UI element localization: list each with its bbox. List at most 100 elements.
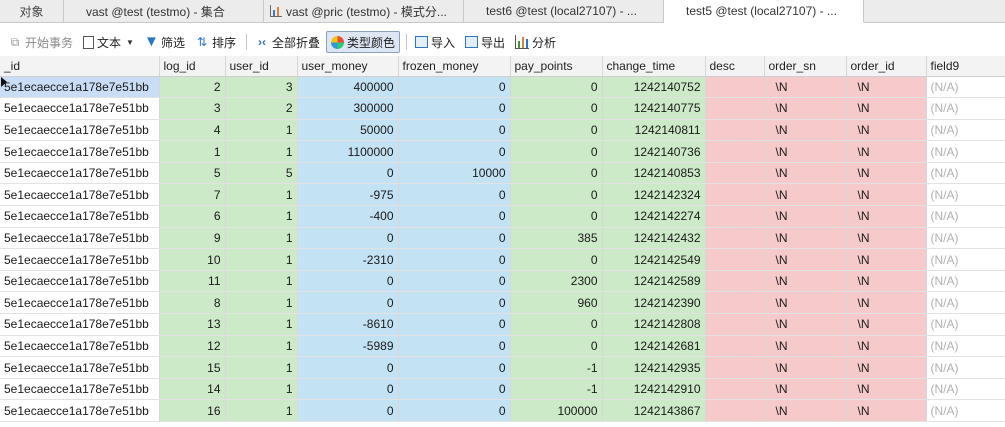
- column-header-user-money[interactable]: user_money: [297, 56, 399, 77]
- cell-order-sn[interactable]: \N: [764, 119, 847, 142]
- cell--id[interactable]: 5e1ecaecce1a178e7e51bb: [0, 335, 160, 358]
- collapse-all-button[interactable]: ›‹ 全部折叠: [251, 31, 324, 53]
- cell-desc[interactable]: [705, 270, 765, 293]
- cell-field9[interactable]: (N/A): [926, 183, 1005, 207]
- cell-frozen-money[interactable]: 0: [398, 119, 511, 142]
- cell--id[interactable]: 5e1ecaecce1a178e7e51bb: [0, 205, 160, 228]
- cell-order-sn[interactable]: \N: [764, 291, 847, 315]
- cell-user-money[interactable]: 400000: [297, 76, 399, 99]
- cell-order-sn[interactable]: \N: [764, 205, 847, 228]
- cell-field9[interactable]: (N/A): [926, 248, 1005, 271]
- filter-button[interactable]: ▼ 筛选: [140, 31, 189, 53]
- table-row[interactable]: 5e1ecaecce1a178e7e51bb 3 2 300000 0 0 12421407…: [0, 97, 1005, 120]
- cell-order-sn[interactable]: \N: [764, 162, 847, 185]
- cell-order-sn[interactable]: \N: [764, 378, 847, 401]
- cell-user-money[interactable]: 0: [297, 378, 399, 401]
- cell-user-id[interactable]: 1: [225, 227, 298, 250]
- sort-button[interactable]: ⇅ 排序: [191, 31, 240, 53]
- cell-desc[interactable]: [705, 162, 765, 185]
- column-header-order-sn[interactable]: order_sn: [764, 56, 847, 77]
- cell--id[interactable]: 5e1ecaecce1a178e7e51bb: [0, 270, 160, 293]
- column-header-change-time[interactable]: change_time: [602, 56, 706, 77]
- table-row[interactable]: 5e1ecaecce1a178e7e51bb 9 1 0 0 385 1242142432 \…: [0, 227, 1005, 250]
- cell-desc[interactable]: [705, 399, 765, 422]
- cell-desc[interactable]: [705, 183, 765, 207]
- cell--id[interactable]: 5e1ecaecce1a178e7e51bb: [0, 119, 160, 142]
- cell--id[interactable]: 5e1ecaecce1a178e7e51bb: [0, 97, 160, 120]
- table-row[interactable]: 5e1ecaecce1a178e7e51bb 15 1 0 0 -1 1242142935 \…: [0, 356, 1005, 379]
- cell-user-money[interactable]: -975: [297, 183, 399, 207]
- cell-desc[interactable]: [705, 140, 765, 163]
- cell-frozen-money[interactable]: 0: [398, 183, 511, 207]
- cell-log-id[interactable]: 9: [159, 227, 226, 250]
- cell-log-id[interactable]: 2: [159, 76, 226, 99]
- cell-pay-points[interactable]: 0: [510, 205, 603, 228]
- tab-vast-schema-analysis[interactable]: vast @pric (testmo) - 模式分...: [264, 0, 464, 22]
- table-row[interactable]: 5e1ecaecce1a178e7e51bb 11 1 0 0 2300 124214258…: [0, 270, 1005, 293]
- cell--id[interactable]: 5e1ecaecce1a178e7e51bb: [0, 291, 160, 315]
- cell-field9[interactable]: (N/A): [926, 291, 1005, 315]
- cell-desc[interactable]: [705, 248, 765, 271]
- cell-order-sn[interactable]: \N: [764, 76, 847, 99]
- cell-user-money[interactable]: 0: [297, 162, 399, 185]
- cell-user-id[interactable]: 1: [225, 291, 298, 315]
- column-header-user-id[interactable]: user_id: [225, 56, 298, 77]
- cell--id[interactable]: 5e1ecaecce1a178e7e51bb: [0, 313, 160, 336]
- type-color-toggle[interactable]: 类型颜色: [326, 31, 401, 53]
- cell-order-sn[interactable]: \N: [764, 248, 847, 271]
- cell--id[interactable]: 5e1ecaecce1a178e7e51bb: [0, 248, 160, 271]
- cell-order-sn[interactable]: \N: [764, 227, 847, 250]
- cell-log-id[interactable]: 5: [159, 162, 226, 185]
- table-row[interactable]: 5e1ecaecce1a178e7e51bb 14 1 0 0 -1 1242142910 \…: [0, 378, 1005, 401]
- cell-user-id[interactable]: 1: [225, 399, 298, 422]
- cell-desc[interactable]: [705, 313, 765, 336]
- column-header-frozen-money[interactable]: frozen_money: [398, 56, 511, 77]
- cell--id[interactable]: 5e1ecaecce1a178e7e51bb: [0, 227, 160, 250]
- cell-order-id[interactable]: \N: [846, 183, 927, 207]
- table-row[interactable]: 5e1ecaecce1a178e7e51bb 8 1 0 0 960 1242142390 \…: [0, 291, 1005, 315]
- cell-user-id[interactable]: 1: [225, 378, 298, 401]
- cell-log-id[interactable]: 8: [159, 291, 226, 315]
- column-header-desc[interactable]: desc: [705, 56, 765, 77]
- cell-order-sn[interactable]: \N: [764, 97, 847, 120]
- cell-change-time[interactable]: 1242142324: [602, 183, 706, 207]
- begin-transaction-button[interactable]: ⧉ 开始事务: [4, 31, 77, 53]
- cell-order-id[interactable]: \N: [846, 356, 927, 379]
- text-view-button[interactable]: 文本 ▼: [79, 31, 138, 53]
- column-header-log-id[interactable]: log_id: [159, 56, 226, 77]
- cell-field9[interactable]: (N/A): [926, 205, 1005, 228]
- cell-log-id[interactable]: 1: [159, 140, 226, 163]
- cell-pay-points[interactable]: 2300: [510, 270, 603, 293]
- table-row[interactable]: 5e1ecaecce1a178e7e51bb 6 1 -400 0 0 1242142274…: [0, 205, 1005, 228]
- cell-pay-points[interactable]: 0: [510, 313, 603, 336]
- cell-user-id[interactable]: 5: [225, 162, 298, 185]
- cell-change-time[interactable]: 1242142935: [602, 356, 706, 379]
- cell-change-time[interactable]: 1242142681: [602, 335, 706, 358]
- cell--id[interactable]: 5e1ecaecce1a178e7e51bb: [0, 162, 160, 185]
- cell-log-id[interactable]: 13: [159, 313, 226, 336]
- cell-user-id[interactable]: 2: [225, 97, 298, 120]
- column-header--id[interactable]: _id: [0, 56, 160, 77]
- cell-order-id[interactable]: \N: [846, 270, 927, 293]
- cell-frozen-money[interactable]: 0: [398, 378, 511, 401]
- cell--id[interactable]: 5e1ecaecce1a178e7e51bb: [0, 399, 160, 422]
- table-row[interactable]: 5e1ecaecce1a178e7e51bb 16 1 0 0 100000 1242143…: [0, 399, 1005, 422]
- cell-order-id[interactable]: \N: [846, 205, 927, 228]
- cell-frozen-money[interactable]: 10000: [398, 162, 511, 185]
- cell-user-money[interactable]: 0: [297, 270, 399, 293]
- cell-frozen-money[interactable]: 0: [398, 291, 511, 315]
- cell-change-time[interactable]: 1242142589: [602, 270, 706, 293]
- cell-user-money[interactable]: -5989: [297, 335, 399, 358]
- cell-user-id[interactable]: 1: [225, 140, 298, 163]
- cell-change-time[interactable]: 1242142549: [602, 248, 706, 271]
- cell-field9[interactable]: (N/A): [926, 378, 1005, 401]
- cell-field9[interactable]: (N/A): [926, 76, 1005, 99]
- cell-user-money[interactable]: 0: [297, 399, 399, 422]
- cell-log-id[interactable]: 3: [159, 97, 226, 120]
- cell-field9[interactable]: (N/A): [926, 227, 1005, 250]
- cell-log-id[interactable]: 12: [159, 335, 226, 358]
- cell-frozen-money[interactable]: 0: [398, 248, 511, 271]
- cell-frozen-money[interactable]: 0: [398, 356, 511, 379]
- cell-pay-points[interactable]: 0: [510, 119, 603, 142]
- cell-frozen-money[interactable]: 0: [398, 313, 511, 336]
